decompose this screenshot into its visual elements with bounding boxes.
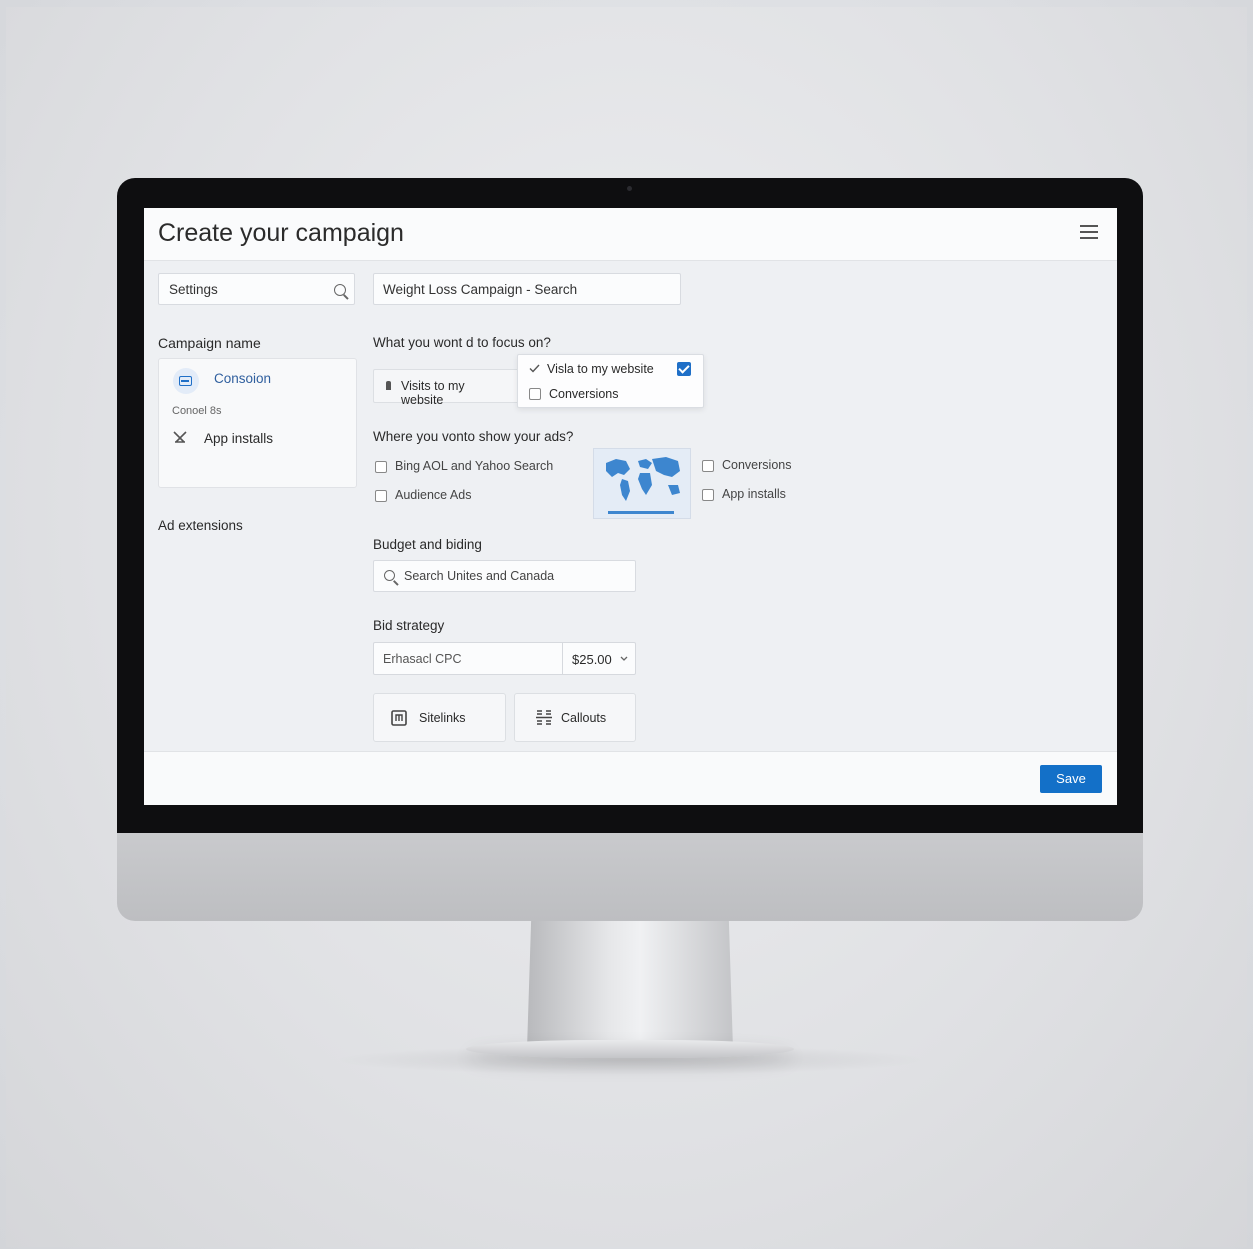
search-icon [384,570,395,581]
world-map-icon [593,448,691,519]
footer-bar [144,751,1117,805]
sitelinks-label: Sitelinks [419,711,466,725]
bid-strategy-value: Erhasacl CPC [383,652,462,666]
pin-icon [386,381,391,390]
menu-icon[interactable] [1080,225,1098,239]
focus-dropdown: Visla to my website Conversions [517,354,704,408]
app-installs-checkbox[interactable] [702,489,714,501]
conversions-option-checkbox[interactable] [529,388,541,400]
network-audience-label[interactable]: Audience Ads [395,488,471,502]
dropdown-option-conversions[interactable]: Conversions [549,387,618,401]
bid-strategy-label: Bid strategy [373,618,445,633]
goal-app-installs-label[interactable]: App installs [722,487,786,501]
save-button[interactable]: Save [1040,765,1102,793]
bid-strategy-select[interactable]: Erhasacl CPC $25.00 [373,642,636,675]
campaign-name-value: Weight Loss Campaign - Search [383,282,578,297]
sidebar-item-app-installs[interactable]: App installs [204,431,273,446]
monitor-chin [117,833,1143,921]
campaign-type-card: Consoion Conoel 8s App installs [158,358,357,488]
app-screen: Create your campaign Settings Campaign n… [144,208,1117,805]
check-icon [529,364,540,373]
bing-checkbox[interactable] [375,461,387,473]
webcam [627,186,632,191]
focus-question: What you wont d to focus on? [373,335,551,350]
focus-select[interactable]: Visits to my website [373,369,520,407]
conversion-icon [173,368,199,394]
page-title: Create your campaign [158,219,404,247]
location-search-value: Search Unites and Canada [404,569,555,583]
focus-selected-value: Visits to my website [401,379,465,407]
campaign-name-input[interactable]: Weight Loss Campaign - Search [373,273,681,305]
title-bar: Create your campaign [144,208,1117,261]
monitor-base [466,1040,794,1058]
callouts-icon [536,710,552,725]
budget-label: Budget and biding [373,537,482,552]
bid-divider [562,643,563,674]
goal-conversions-label[interactable]: Conversions [722,458,791,472]
app-install-icon [173,431,187,443]
search-icon[interactable] [334,284,346,296]
network-bing-label[interactable]: Bing AOL and Yahoo Search [395,459,553,473]
callouts-label: Callouts [561,711,607,725]
location-search-input[interactable]: Search Unites and Canada [373,560,636,592]
monitor-stand [527,921,733,1049]
audience-checkbox[interactable] [375,490,387,502]
sitelinks-button[interactable]: Sitelinks [373,693,506,742]
where-question: Where you vonto show your ads? [373,429,574,444]
card-subheading: Conoel 8s [172,405,222,417]
callouts-button[interactable]: Callouts [514,693,636,742]
bid-amount[interactable]: $25.00 [572,652,612,667]
visits-checkbox[interactable] [677,362,691,376]
settings-search-input[interactable]: Settings [158,273,355,305]
settings-search-value: Settings [169,282,218,297]
dropdown-option-visits[interactable]: Visla to my website [547,362,654,376]
conversions-checkbox[interactable] [702,460,714,472]
ad-extensions-label[interactable]: Ad extensions [158,518,243,533]
sidebar-item-conversion[interactable]: Consoion [214,371,271,386]
campaign-name-label: Campaign name [158,335,261,351]
chevron-down-icon[interactable] [620,656,628,661]
sitelinks-icon [391,710,407,726]
